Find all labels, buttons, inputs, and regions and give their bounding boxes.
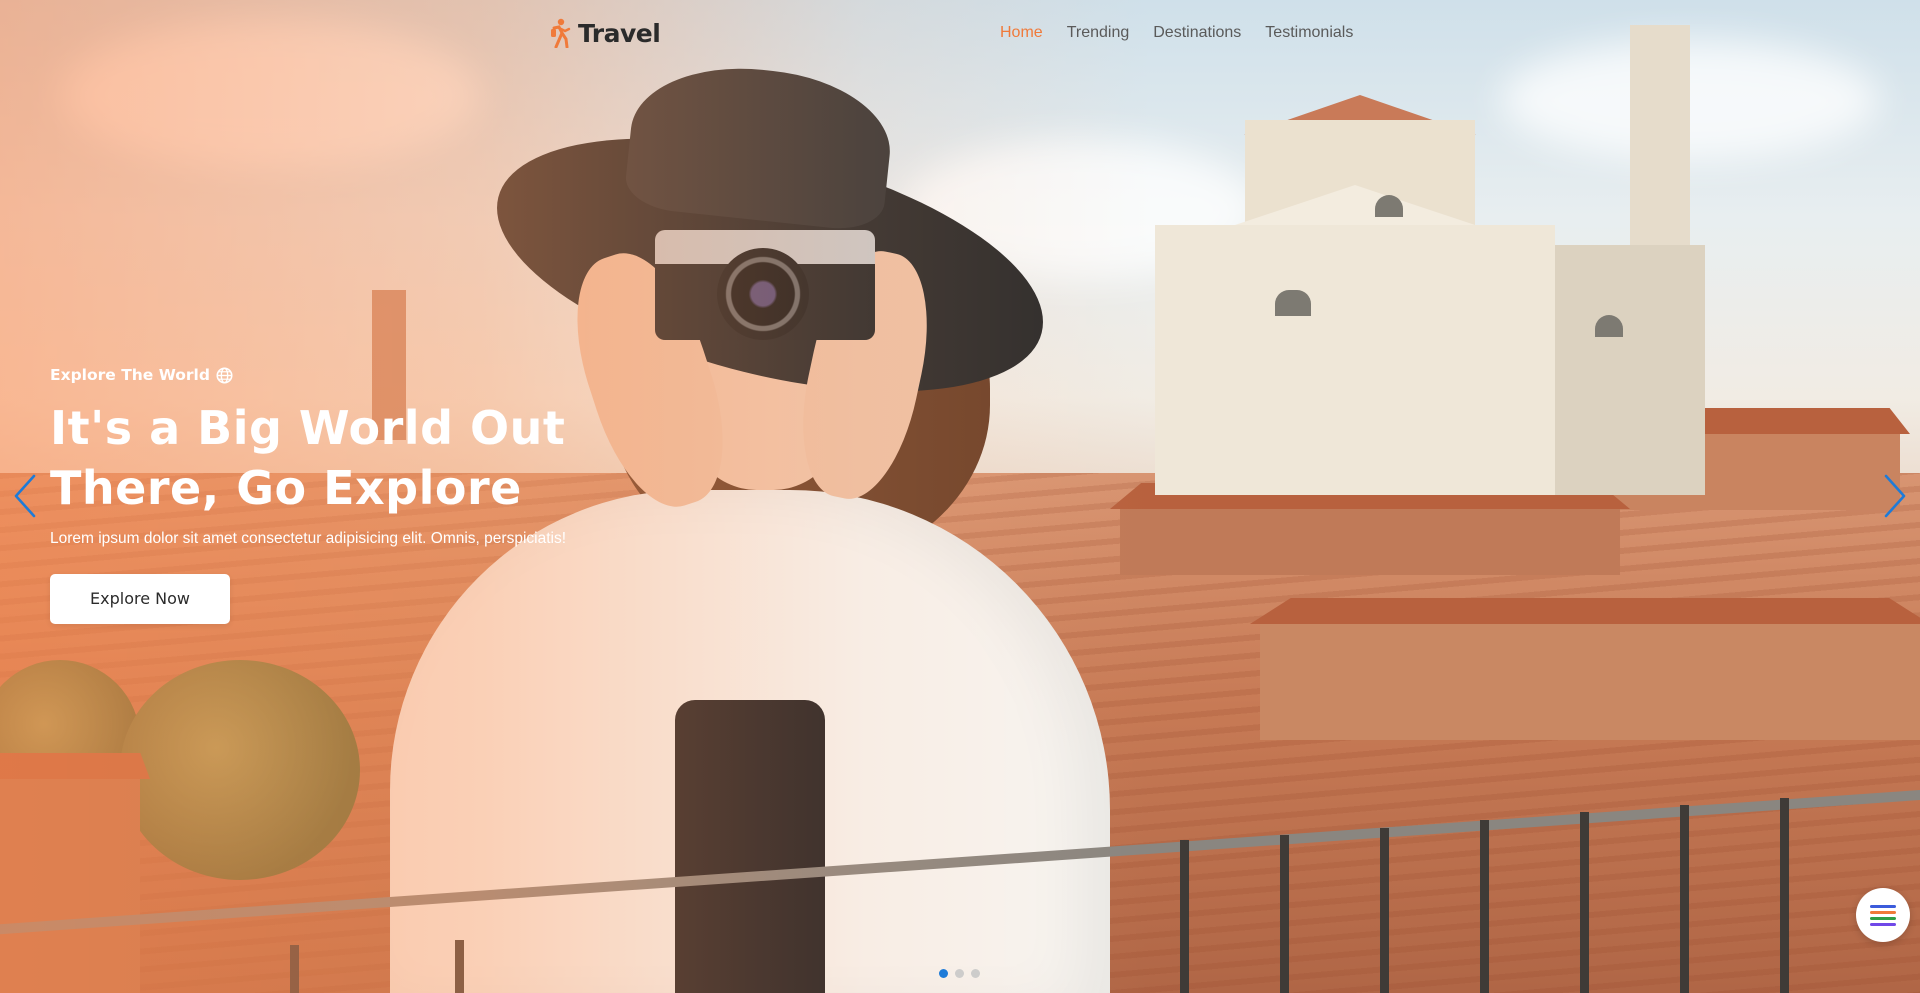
brand-logo[interactable]: Travel — [550, 18, 661, 48]
hiker-icon — [551, 18, 571, 48]
brand-name: Travel — [578, 18, 661, 48]
hero-headline: It's a Big World Out There, Go Explore — [50, 398, 610, 518]
hero-eyebrow-text: Explore The World — [50, 366, 210, 384]
chevron-right-icon[interactable] — [1880, 472, 1910, 520]
slide-dot-2[interactable] — [955, 969, 964, 978]
hero-headline-line-2: There, Go Explore — [50, 461, 522, 515]
globe-icon — [216, 366, 233, 384]
slide-dot-1[interactable] — [939, 969, 948, 978]
slide-dot-3[interactable] — [971, 969, 980, 978]
main-nav: Home Trending Destinations Testimonials — [1000, 24, 1353, 42]
floating-menu-button[interactable] — [1856, 888, 1910, 942]
nav-testimonials[interactable]: Testimonials — [1265, 24, 1353, 42]
hero-subtitle: Lorem ipsum dolor sit amet consectetur a… — [50, 530, 567, 547]
nav-home[interactable]: Home — [1000, 24, 1043, 42]
chevron-left-icon[interactable] — [10, 472, 40, 520]
hero-headline-line-1: It's a Big World Out — [50, 401, 566, 455]
hero-content: Explore The World It's a Big World Out T… — [50, 366, 610, 624]
nav-destinations[interactable]: Destinations — [1153, 24, 1241, 42]
nav-trending[interactable]: Trending — [1067, 24, 1130, 42]
explore-now-button[interactable]: Explore Now — [50, 574, 230, 624]
hero-eyebrow: Explore The World — [50, 366, 610, 384]
slider-pagination — [939, 969, 980, 978]
